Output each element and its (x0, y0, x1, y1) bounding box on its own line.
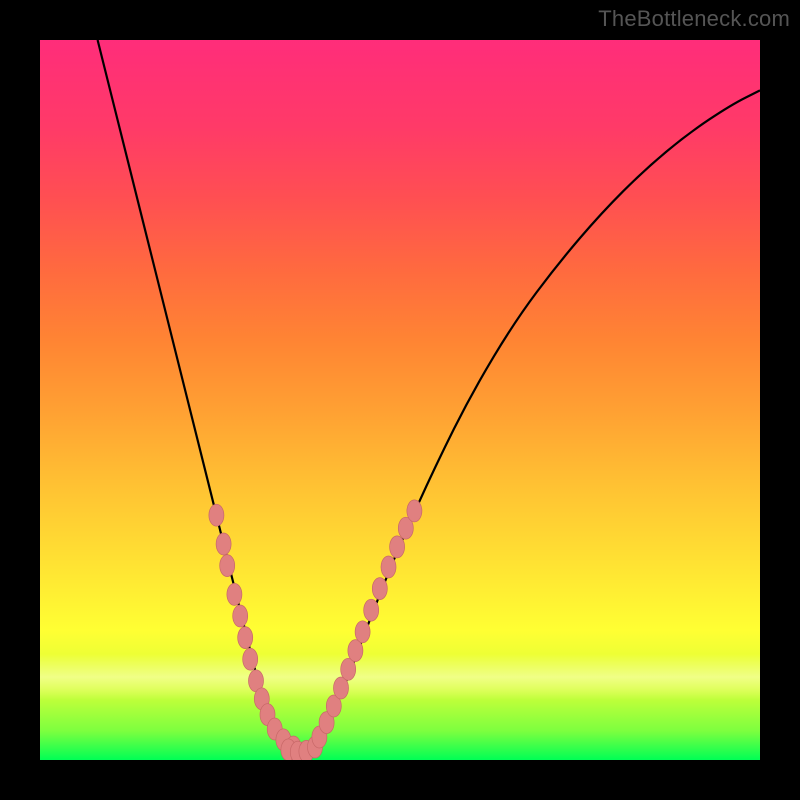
chart-frame: TheBottleneck.com (0, 0, 800, 800)
data-marker (299, 740, 314, 760)
markers-bottom (281, 736, 323, 760)
data-marker (281, 739, 296, 760)
curve-left-branch (98, 40, 300, 753)
data-marker (260, 704, 275, 726)
plot-area (40, 40, 760, 760)
data-marker (407, 500, 422, 522)
data-marker (326, 695, 341, 717)
data-marker (364, 599, 379, 621)
data-marker (276, 729, 291, 751)
data-marker (290, 741, 305, 760)
data-marker (233, 605, 248, 627)
data-marker (308, 736, 323, 758)
curve-right-branch (299, 90, 760, 752)
markers-left (209, 504, 301, 758)
data-marker (341, 658, 356, 680)
data-marker (390, 536, 405, 558)
data-marker (398, 517, 413, 539)
data-marker (216, 533, 231, 555)
markers-right (312, 500, 422, 748)
data-marker (334, 677, 349, 699)
data-marker (243, 648, 258, 670)
data-marker (355, 621, 370, 643)
watermark-text: TheBottleneck.com (598, 6, 790, 32)
data-marker (254, 688, 269, 710)
data-marker (312, 726, 327, 748)
data-marker (372, 578, 387, 600)
chart-overlay (40, 40, 760, 760)
data-marker (209, 504, 224, 526)
data-marker (238, 627, 253, 649)
data-marker (348, 640, 363, 662)
highlight-band (40, 654, 760, 700)
data-marker (227, 583, 242, 605)
data-marker (267, 718, 282, 740)
data-marker (220, 555, 235, 577)
data-marker (249, 670, 264, 692)
data-marker (319, 712, 334, 734)
data-marker (381, 556, 396, 578)
data-marker (286, 736, 301, 758)
